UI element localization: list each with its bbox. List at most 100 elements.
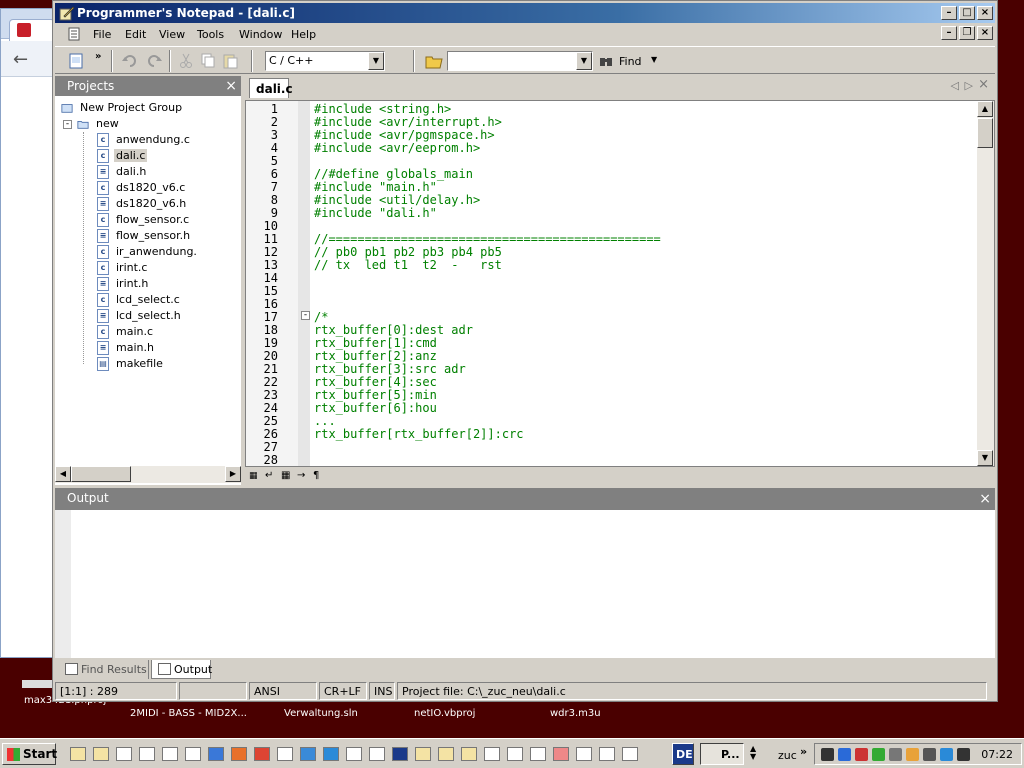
- tab-close-icon[interactable]: ×: [978, 77, 989, 92]
- code-line[interactable]: rtx_buffer[6]:hou: [314, 401, 437, 415]
- tab-dali-c[interactable]: dali.c: [249, 78, 293, 98]
- copy-icon[interactable]: [199, 52, 217, 70]
- mdi-minimize-button[interactable]: –: [941, 26, 957, 40]
- quick-launch-icon[interactable]: [93, 747, 109, 761]
- tray-icon[interactable]: [889, 748, 902, 761]
- tray-icon[interactable]: [906, 748, 919, 761]
- collapse-icon[interactable]: -: [63, 120, 72, 129]
- code-line[interactable]: #include <avr/eeprom.h>: [314, 141, 480, 155]
- browser-tab[interactable]: [9, 19, 55, 41]
- mdi-close-button[interactable]: ×: [977, 26, 993, 40]
- menu-file[interactable]: File: [93, 28, 111, 41]
- minimize-button[interactable]: –: [941, 6, 957, 20]
- quick-launch-icon[interactable]: [346, 747, 362, 761]
- tray-icon[interactable]: [957, 748, 970, 761]
- open-folder-icon[interactable]: [425, 52, 443, 70]
- tray-icon[interactable]: [940, 748, 953, 761]
- menu-help[interactable]: Help: [291, 28, 316, 41]
- quick-launch-icon[interactable]: [185, 747, 201, 761]
- menu-tools[interactable]: Tools: [197, 28, 224, 41]
- code-line[interactable]: ...: [314, 414, 336, 428]
- grid-icon[interactable]: ▦: [249, 471, 258, 481]
- code-editor[interactable]: 1 2 3 4 5 6 7 8 9 10 11 12 13 14 15 16 17 18 19 20 21 22 23 24 2…: [245, 100, 995, 467]
- quick-launch-icon[interactable]: [231, 747, 247, 761]
- code-line[interactable]: // tx led t1 t2 - rst: [314, 258, 502, 272]
- new-file-icon[interactable]: [67, 52, 85, 70]
- quick-launch-icon[interactable]: [530, 747, 546, 761]
- paste-icon[interactable]: [221, 52, 239, 70]
- tray-icon[interactable]: [872, 748, 885, 761]
- close-icon[interactable]: ×: [225, 78, 237, 94]
- redo-icon[interactable]: [145, 52, 163, 70]
- menu-window[interactable]: Window: [239, 28, 282, 41]
- tray-icon[interactable]: [923, 748, 936, 761]
- mdi-restore-button[interactable]: ❐: [959, 26, 975, 40]
- desktop-label[interactable]: Verwaltung.sln: [284, 708, 358, 719]
- tray-icon[interactable]: [855, 748, 868, 761]
- code-line[interactable]: rtx_buffer[2]:anz: [314, 349, 437, 363]
- quick-launch-icon[interactable]: [300, 747, 316, 761]
- code-line[interactable]: rtx_buffer[3]:src adr: [314, 362, 466, 376]
- quick-launch-icon[interactable]: [599, 747, 615, 761]
- quick-launch-icon[interactable]: [323, 747, 339, 761]
- maximize-button[interactable]: □: [959, 6, 975, 20]
- scroll-right-icon[interactable]: ▶: [225, 466, 241, 482]
- code-line[interactable]: #include "dali.h": [314, 206, 437, 220]
- code-line[interactable]: //#define globals_main: [314, 167, 473, 181]
- pilcrow-icon[interactable]: ¶: [313, 470, 319, 481]
- close-button[interactable]: ×: [977, 6, 993, 20]
- find-dropdown-icon[interactable]: ▼: [651, 55, 657, 64]
- quick-launch-icon[interactable]: [277, 747, 293, 761]
- undo-icon[interactable]: [121, 52, 139, 70]
- quick-launch-icon[interactable]: [208, 747, 224, 761]
- code-line[interactable]: //======================================…: [314, 232, 661, 246]
- quick-launch-icon[interactable]: [116, 747, 132, 761]
- tab-prev-icon[interactable]: ◁: [951, 79, 959, 92]
- quick-launch-icon[interactable]: [70, 747, 86, 761]
- code-line[interactable]: rtx_buffer[5]:min: [314, 388, 437, 402]
- fold-collapse-icon[interactable]: -: [301, 311, 310, 320]
- code-line[interactable]: /*: [314, 310, 328, 324]
- close-icon[interactable]: ×: [979, 491, 991, 507]
- scrollbar-thumb[interactable]: [71, 466, 131, 482]
- quick-launch-icon[interactable]: [553, 747, 569, 761]
- back-arrow-icon[interactable]: ←: [13, 49, 28, 70]
- scroll-down-icon[interactable]: ▼: [977, 450, 993, 466]
- hash-icon[interactable]: ▦: [281, 470, 290, 481]
- tray-icon[interactable]: [838, 748, 851, 761]
- code-line[interactable]: #include <util/delay.h>: [314, 193, 480, 207]
- cut-icon[interactable]: [177, 52, 195, 70]
- tab-find-results[interactable]: Find Results: [59, 660, 149, 679]
- quick-launch-icon[interactable]: [415, 747, 431, 761]
- quick-launch-icon[interactable]: [392, 747, 408, 761]
- chevron-down-icon[interactable]: ▼: [576, 52, 592, 70]
- taskbar-scroll-icon[interactable]: ▲ ▼: [750, 745, 756, 761]
- wrap-icon[interactable]: ↵: [265, 470, 273, 481]
- toolbar-more-chevron-icon[interactable]: »: [95, 51, 101, 62]
- language-select[interactable]: C / C++ ▼: [265, 51, 385, 71]
- clock[interactable]: 07:22: [981, 748, 1013, 761]
- tab-output[interactable]: Output: [151, 660, 212, 679]
- scroll-left-icon[interactable]: ◀: [55, 466, 71, 482]
- desktop-label[interactable]: netIO.vbproj: [414, 708, 475, 719]
- quick-launch-icon[interactable]: [139, 747, 155, 761]
- code-line[interactable]: #include <avr/interrupt.h>: [314, 115, 502, 129]
- desktop-label[interactable]: 2MIDI - BASS - MID2X...: [130, 708, 247, 719]
- toolbar-expand-chevron-icon[interactable]: »: [800, 745, 807, 758]
- language-indicator[interactable]: DE: [672, 743, 694, 765]
- chevron-down-icon[interactable]: ▼: [368, 52, 384, 70]
- menu-view[interactable]: View: [159, 28, 185, 41]
- toolbar-label[interactable]: zuc: [778, 749, 797, 762]
- code-line[interactable]: #include <avr/pgmspace.h>: [314, 128, 495, 142]
- code-line[interactable]: rtx_buffer[0]:dest adr: [314, 323, 473, 337]
- document-icon[interactable]: [67, 27, 81, 41]
- binoculars-icon[interactable]: [599, 54, 613, 68]
- tab-next-icon[interactable]: ▷: [965, 79, 973, 92]
- tray-icon[interactable]: [821, 748, 834, 761]
- scroll-up-icon[interactable]: ▲: [977, 101, 993, 117]
- quick-launch-icon[interactable]: [461, 747, 477, 761]
- editor-vertical-scrollbar[interactable]: ▲ ▼: [977, 101, 994, 466]
- quick-launch-icon[interactable]: [622, 747, 638, 761]
- code-line[interactable]: rtx_buffer[rtx_buffer[2]]:crc: [314, 427, 524, 441]
- quick-launch-icon[interactable]: [254, 747, 270, 761]
